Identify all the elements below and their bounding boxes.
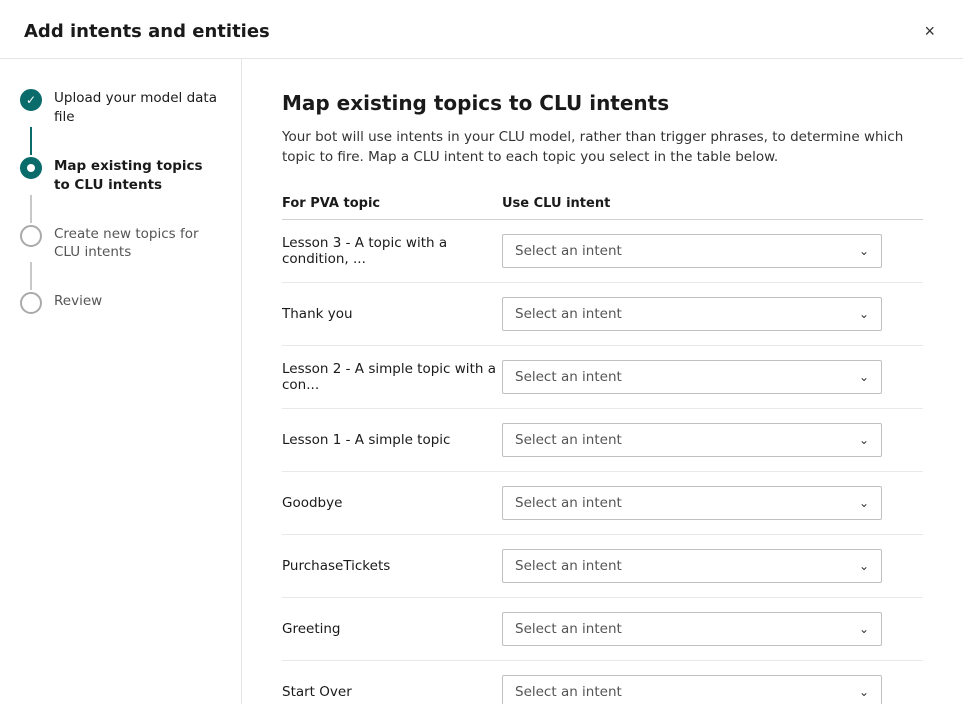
chevron-down-icon: ⌄: [859, 496, 869, 510]
intent-select[interactable]: Select an intent ⌄: [502, 423, 882, 457]
chevron-down-icon: ⌄: [859, 622, 869, 636]
page-description: Your bot will use intents in your CLU mo…: [282, 127, 923, 168]
connector-1: [30, 127, 32, 155]
table-row: Greeting Select an intent ⌄: [282, 598, 923, 661]
dialog-title: Add intents and entities: [24, 21, 270, 42]
intent-select[interactable]: Select an intent ⌄: [502, 360, 882, 394]
chevron-down-icon: ⌄: [859, 307, 869, 321]
sidebar-item-review: Review: [0, 290, 241, 314]
sidebar: ✓ Upload your model data file Map existi…: [0, 59, 242, 704]
topic-name: Start Over: [282, 684, 502, 700]
intent-select[interactable]: Select an intent ⌄: [502, 297, 882, 331]
sidebar-item-map: Map existing topics to CLU intents: [0, 155, 241, 195]
chevron-down-icon: ⌄: [859, 433, 869, 447]
intent-select-placeholder: Select an intent: [515, 684, 622, 700]
step-icon-review: [20, 292, 42, 314]
step-icon-create: [20, 225, 42, 247]
connector-3: [30, 262, 32, 290]
chevron-down-icon: ⌄: [859, 559, 869, 573]
table-row: Lesson 3 - A topic with a condition, ...…: [282, 220, 923, 283]
chevron-down-icon: ⌄: [859, 370, 869, 384]
intent-select-placeholder: Select an intent: [515, 243, 622, 259]
step-icon-map: [20, 157, 42, 179]
intent-select[interactable]: Select an intent ⌄: [502, 549, 882, 583]
table-row: Start Over Select an intent ⌄: [282, 661, 923, 704]
table-row: Goodbye Select an intent ⌄: [282, 472, 923, 535]
table-row: Lesson 1 - A simple topicSelect an inten…: [282, 409, 923, 472]
intent-select-placeholder: Select an intent: [515, 621, 622, 637]
active-dot: [27, 164, 35, 172]
topic-name: Lesson 1 - A simple topic: [282, 432, 502, 448]
sidebar-item-label-review: Review: [54, 290, 102, 311]
col-header-topic: For PVA topic: [282, 196, 502, 211]
topic-name: Goodbye: [282, 495, 502, 511]
chevron-down-icon: ⌄: [859, 244, 869, 258]
chevron-down-icon: ⌄: [859, 685, 869, 699]
intent-select-placeholder: Select an intent: [515, 495, 622, 511]
table-row: Thank you Select an intent ⌄: [282, 283, 923, 346]
topic-name: Lesson 2 - A simple topic with a con...: [282, 361, 502, 393]
checkmark-icon: ✓: [26, 93, 36, 107]
sidebar-item-upload: ✓ Upload your model data file: [0, 87, 241, 127]
topic-name: Lesson 3 - A topic with a condition, ...: [282, 235, 502, 267]
add-intents-dialog: Add intents and entities × ✓ Upload your…: [0, 0, 963, 704]
intent-select[interactable]: Select an intent ⌄: [502, 675, 882, 704]
topic-name: PurchaseTickets: [282, 558, 502, 574]
step-icon-upload: ✓: [20, 89, 42, 111]
dialog-header: Add intents and entities ×: [0, 0, 963, 59]
intent-select[interactable]: Select an intent ⌄: [502, 486, 882, 520]
col-header-intent: Use CLU intent: [502, 196, 923, 211]
connector-2: [30, 195, 32, 223]
intent-select-placeholder: Select an intent: [515, 306, 622, 322]
sidebar-item-create: Create new topics for CLU intents: [0, 223, 241, 263]
intent-select[interactable]: Select an intent ⌄: [502, 612, 882, 646]
table-row: Lesson 2 - A simple topic with a con...S…: [282, 346, 923, 409]
main-content: Map existing topics to CLU intents Your …: [242, 59, 963, 704]
topic-name: Greeting: [282, 621, 502, 637]
intent-select-placeholder: Select an intent: [515, 558, 622, 574]
table-body: Lesson 3 - A topic with a condition, ...…: [282, 220, 923, 704]
topic-name: Thank you: [282, 306, 502, 322]
intent-select-placeholder: Select an intent: [515, 432, 622, 448]
intent-select[interactable]: Select an intent ⌄: [502, 234, 882, 268]
page-title: Map existing topics to CLU intents: [282, 91, 923, 115]
table-row: PurchaseTickets Select an intent ⌄: [282, 535, 923, 598]
sidebar-item-label-upload: Upload your model data file: [54, 87, 217, 127]
table-header: For PVA topic Use CLU intent: [282, 196, 923, 220]
dialog-body: ✓ Upload your model data file Map existi…: [0, 59, 963, 704]
sidebar-item-label-create: Create new topics for CLU intents: [54, 223, 217, 263]
close-button[interactable]: ×: [920, 18, 939, 44]
sidebar-item-label-map: Map existing topics to CLU intents: [54, 155, 217, 195]
intent-select-placeholder: Select an intent: [515, 369, 622, 385]
